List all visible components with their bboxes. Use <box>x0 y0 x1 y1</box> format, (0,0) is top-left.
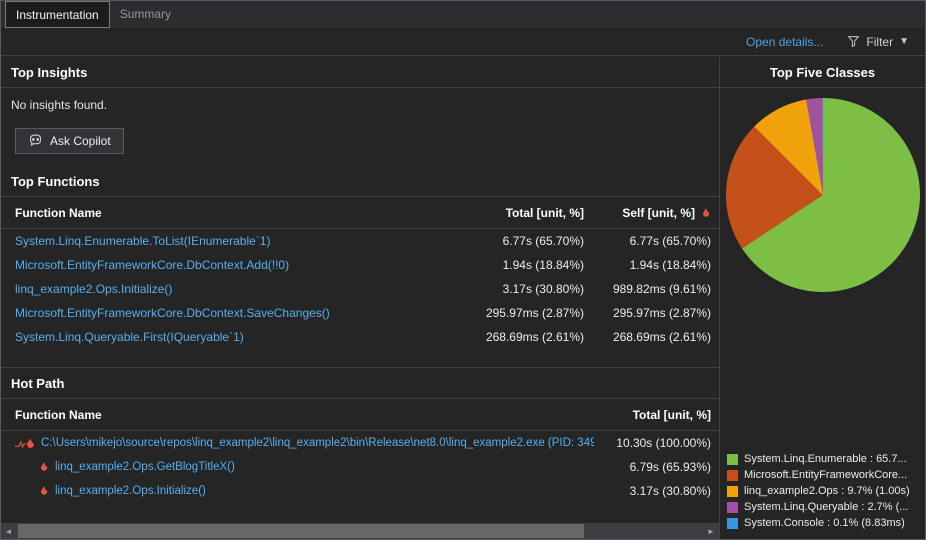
total-value: 6.77s (65.70%) <box>502 234 584 248</box>
table-row[interactable]: linq_example2.Ops.Initialize() 3.17s (30… <box>1 277 719 301</box>
report-tabstrip: Instrumentation Summary <box>1 1 925 28</box>
col-function-name: Function Name <box>15 408 102 422</box>
total-value: 268.69ms (2.61%) <box>485 330 584 344</box>
top-functions-header-row: Function Name Total [unit, %] Self [unit… <box>1 197 719 229</box>
col-self: Self [unit, %] <box>592 206 719 220</box>
table-row[interactable]: System.Linq.Enumerable.ToList(IEnumerabl… <box>1 229 719 253</box>
function-link[interactable]: Microsoft.EntityFrameworkCore.DbContext.… <box>15 306 330 320</box>
total-value: 3.17s (30.80%) <box>502 282 584 296</box>
legend-item: Microsoft.EntityFrameworkCore... <box>727 467 923 483</box>
hot-path-header-row: Function Name Total [unit, %] <box>1 399 719 431</box>
hot-path-table: Function Name Total [unit, %] C:\Users\m… <box>1 399 719 503</box>
open-details-link[interactable]: Open details... <box>746 35 823 49</box>
total-value: 295.97ms (2.87%) <box>485 306 584 320</box>
table-row[interactable]: C:\Users\mikejo\source\repos\linq_exampl… <box>1 431 719 455</box>
col-function-name: Function Name <box>15 206 102 220</box>
scrollbar-thumb[interactable] <box>18 524 584 538</box>
scroll-right-arrow[interactable]: ► <box>703 523 719 539</box>
filter-dropdown[interactable]: Filter ▼ <box>847 35 909 49</box>
self-value: 1.94s (18.84%) <box>629 258 711 272</box>
function-link[interactable]: linq_example2.Ops.Initialize() <box>55 485 206 497</box>
total-value: 3.17s (30.80%) <box>629 484 711 498</box>
total-value: 10.30s (100.00%) <box>616 436 711 450</box>
flame-icon <box>699 207 711 219</box>
left-panel: Top Insights No insights found. Ask Copi… <box>1 57 720 539</box>
legend-swatch <box>727 469 738 481</box>
profiler-report-window: Instrumentation Summary Open details... … <box>0 0 926 540</box>
table-row[interactable]: linq_example2.Ops.Initialize() 3.17s (30… <box>1 479 719 503</box>
function-link[interactable]: Microsoft.EntityFrameworkCore.DbContext.… <box>15 258 289 272</box>
legend-label: linq_example2.Ops : 9.7% (1.00s) <box>744 485 910 497</box>
legend-label: Microsoft.EntityFrameworkCore... <box>744 469 908 481</box>
tab-instrumentation[interactable]: Instrumentation <box>5 1 110 28</box>
table-row[interactable]: Microsoft.EntityFrameworkCore.DbContext.… <box>1 301 719 325</box>
legend-item: System.Linq.Enumerable : 65.7... <box>727 451 923 467</box>
legend-swatch <box>727 517 738 529</box>
top-functions-table: Function Name Total [unit, %] Self [unit… <box>1 197 719 368</box>
filter-label: Filter <box>866 34 894 49</box>
chevron-down-icon: ▼ <box>899 36 909 47</box>
legend-swatch <box>727 485 738 497</box>
function-link[interactable]: linq_example2.Ops.Initialize() <box>15 282 172 296</box>
col-total: Total [unit, %] <box>505 206 584 220</box>
legend-swatch <box>727 453 738 465</box>
table-row[interactable]: linq_example2.Ops.GetBlogTitleX() 6.79s … <box>1 455 719 479</box>
top-insights-title: Top Insights <box>1 57 719 88</box>
filter-funnel-icon <box>847 35 860 48</box>
scroll-left-arrow[interactable]: ◄ <box>1 523 17 539</box>
function-link[interactable]: linq_example2.Ops.GetBlogTitleX() <box>55 461 235 473</box>
tab-summary[interactable]: Summary <box>110 1 181 28</box>
legend-label: System.Console : 0.1% (8.83ms) <box>744 517 905 529</box>
legend-swatch <box>727 501 738 513</box>
top-functions-title: Top Functions <box>1 166 719 197</box>
self-value: 989.82ms (9.61%) <box>612 282 711 296</box>
ask-copilot-button[interactable]: Ask Copilot <box>15 128 124 154</box>
col-self-label: Self [unit, %] <box>622 206 695 220</box>
legend-label: System.Linq.Queryable : 2.7% (... <box>744 501 909 513</box>
legend-item: System.Console : 0.1% (8.83ms) <box>727 515 923 531</box>
legend-item: System.Linq.Queryable : 2.7% (... <box>727 499 923 515</box>
col-total: Total [unit, %] <box>632 408 711 422</box>
table-row[interactable]: Microsoft.EntityFrameworkCore.DbContext.… <box>1 253 719 277</box>
self-value: 268.69ms (2.61%) <box>612 330 711 344</box>
self-value: 295.97ms (2.87%) <box>612 306 711 320</box>
report-toolbar: Open details... Filter ▼ <box>1 28 925 56</box>
no-insights-message: No insights found. <box>11 98 108 112</box>
legend-label: System.Linq.Enumerable : 65.7... <box>744 453 907 465</box>
flame-icon <box>37 485 49 497</box>
hot-path-title: Hot Path <box>1 368 719 399</box>
function-link[interactable]: C:\Users\mikejo\source\repos\linq_exampl… <box>41 437 594 449</box>
function-link[interactable]: System.Linq.Queryable.First(IQueryable`1… <box>15 330 244 344</box>
function-link[interactable]: System.Linq.Enumerable.ToList(IEnumerabl… <box>15 234 270 248</box>
top-five-classes-title: Top Five Classes <box>720 57 925 88</box>
legend-item: linq_example2.Ops : 9.7% (1.00s) <box>727 483 923 499</box>
total-value: 6.79s (65.93%) <box>629 460 711 474</box>
report-body: Top Insights No insights found. Ask Copi… <box>1 57 925 539</box>
horizontal-scrollbar[interactable]: ◄ ► <box>1 523 719 539</box>
self-value: 6.77s (65.70%) <box>629 234 711 248</box>
hot-path-root-icon <box>15 436 35 450</box>
pie-legend: System.Linq.Enumerable : 65.7... Microso… <box>727 451 923 531</box>
ask-copilot-label: Ask Copilot <box>50 133 111 148</box>
pie-chart[interactable] <box>725 98 920 292</box>
top-five-classes-panel: Top Five Classes System.Linq.Enumerable … <box>720 57 925 539</box>
table-row[interactable]: System.Linq.Queryable.First(IQueryable`1… <box>1 325 719 349</box>
copilot-icon <box>28 133 43 148</box>
total-value: 1.94s (18.84%) <box>502 258 584 272</box>
flame-icon <box>37 461 49 473</box>
